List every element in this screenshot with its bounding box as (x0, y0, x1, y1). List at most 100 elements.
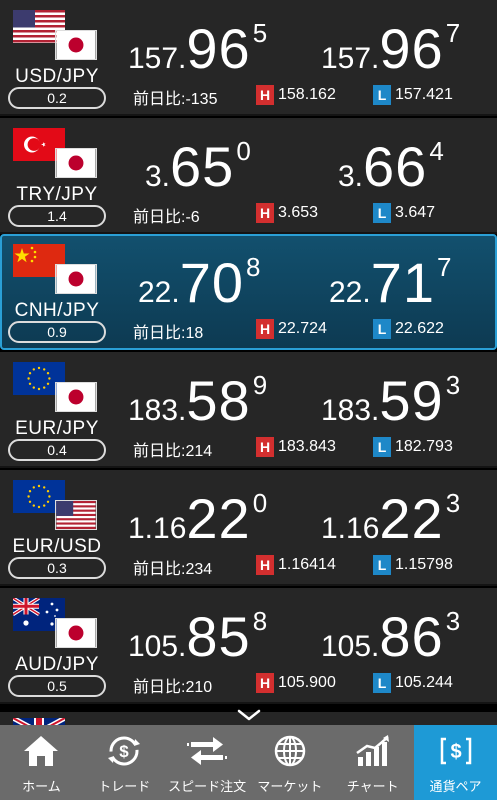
high-price: 3.653 (278, 204, 319, 221)
bid-price-prefix: 157. (128, 42, 187, 75)
high-value: H 22.724 (256, 319, 327, 339)
currency-row-try-jpy[interactable]: TRY/JPY 1.4 3.650 3.664 前日比:-6 H 3.653 L3… (0, 118, 497, 234)
day-change-value: 234 (185, 561, 213, 578)
currency-row-cnh-jpy[interactable]: CNH/JPY 0.9 22.708 22.717 前日比:18 H 22.724… (0, 234, 497, 350)
low-tag: L (373, 437, 391, 457)
tab-home[interactable]: ホーム (0, 725, 83, 800)
bid-price[interactable]: 105.858 (128, 604, 268, 668)
day-change: 前日比:234 (133, 555, 212, 579)
low-price: 3.647 (395, 204, 436, 221)
day-change-label: 前日比: (133, 679, 186, 696)
ask-price-pip: 3 (445, 370, 461, 400)
ask-price-main: 66 (363, 135, 428, 198)
home-icon (24, 736, 59, 766)
low-value: L 182.793 (373, 437, 453, 457)
pair-name: CNH/JPY (14, 300, 100, 321)
high-price: 183.843 (278, 438, 336, 455)
bid-price-main: 85 (186, 605, 251, 668)
tab-currency-pair[interactable]: $ 通貨ペア (414, 725, 497, 800)
svg-text:$: $ (450, 741, 461, 763)
day-change: 前日比:210 (133, 673, 212, 697)
currency-row-eur-jpy[interactable]: EUR/JPY 0.4 183.589 183.593 前日比:214 H 183… (0, 352, 497, 468)
bid-price-prefix: 22. (138, 276, 180, 309)
high-tag: H (256, 85, 274, 105)
bid-price-prefix: 183. (128, 394, 187, 427)
ask-price[interactable]: 157.967 (321, 16, 460, 80)
flag-pair (13, 128, 99, 180)
svg-text:$: $ (120, 742, 130, 761)
bid-price[interactable]: 1.16220 (128, 486, 268, 550)
day-change: 前日比:18 (133, 319, 203, 343)
low-value: L 105.244 (373, 673, 453, 693)
us-flag-icon (55, 500, 97, 530)
ask-price[interactable]: 1.16223 (321, 486, 461, 550)
low-tag: L (373, 85, 391, 105)
bid-price[interactable]: 183.589 (128, 368, 268, 432)
day-change-value: 18 (185, 325, 204, 342)
bid-price[interactable]: 157.965 (128, 16, 267, 80)
pair-name: EUR/USD (12, 536, 102, 557)
gb-flag-icon (13, 718, 65, 725)
chevron-down-icon[interactable] (236, 708, 262, 722)
day-change-label: 前日比: (133, 325, 186, 342)
spread-badge: 0.9 (8, 321, 106, 343)
ask-price-prefix: 157. (321, 42, 380, 75)
high-tag: H (256, 555, 274, 575)
bid-price-main: 58 (186, 369, 251, 432)
tab-speed-order[interactable]: スピード注文 (166, 725, 249, 800)
bid-price-pip: 9 (252, 370, 268, 400)
ask-price[interactable]: 183.593 (321, 368, 461, 432)
currency-row-usd-jpy[interactable]: USD/JPY 0.2 157.965 157.967 前日比:-135 H 15… (0, 0, 497, 116)
spread-badge: 0.3 (8, 557, 106, 579)
pair-name: USD/JPY (15, 66, 99, 87)
bid-price-pip: 0 (252, 488, 268, 518)
ask-price-prefix: 105. (321, 630, 380, 663)
ask-price-main: 71 (370, 251, 436, 314)
bid-price-prefix: 3. (145, 160, 171, 193)
currency-pair-icon: $ (440, 737, 471, 765)
currency-row-eur-usd[interactable]: EUR/USD 0.3 1.16220 1.16223 前日比:234 H 1.1… (0, 470, 497, 586)
low-tag: L (373, 555, 391, 575)
high-value: H 158.162 (256, 85, 336, 105)
tab-label: 通貨ペア (429, 779, 482, 794)
low-price: 157.421 (395, 86, 453, 103)
day-change-value: -135 (185, 91, 218, 108)
jp-flag-icon (55, 618, 97, 648)
jp-flag-icon (55, 382, 97, 412)
bid-price-main: 70 (179, 251, 245, 314)
tab-chart[interactable]: チャート (331, 725, 414, 800)
bid-price[interactable]: 3.650 (145, 134, 251, 198)
pair-name: TRY/JPY (16, 184, 98, 205)
tab-label: マーケット (257, 779, 323, 794)
spread-badge: 0.4 (8, 439, 106, 461)
high-price: 105.900 (278, 674, 336, 691)
spread-badge: 1.4 (8, 205, 106, 227)
ask-price-prefix: 3. (338, 160, 364, 193)
bid-price[interactable]: 22.708 (138, 250, 260, 314)
day-change-label: 前日比: (133, 443, 186, 460)
tab-trade[interactable]: $ トレード (83, 725, 166, 800)
day-change-label: 前日比: (133, 561, 186, 578)
day-change-label: 前日比: (133, 209, 186, 226)
bid-price-pip: 8 (252, 606, 268, 636)
day-change: 前日比:214 (133, 437, 212, 461)
pair-name: EUR/JPY (15, 418, 99, 439)
bid-price-main: 22 (186, 487, 251, 550)
high-tag: H (256, 203, 274, 223)
ask-price-prefix: 22. (329, 276, 371, 309)
ask-price[interactable]: 22.717 (329, 250, 451, 314)
ask-price[interactable]: 105.863 (321, 604, 460, 668)
day-change-value: -6 (185, 209, 200, 226)
currency-row-aud-jpy[interactable]: AUD/JPY 0.5 105.858 105.863 前日比:210 H 105… (0, 588, 497, 704)
tab-market[interactable]: マーケット (248, 725, 331, 800)
high-price: 158.162 (278, 86, 336, 103)
ask-price-prefix: 183. (321, 394, 380, 427)
bid-price-prefix: 105. (128, 630, 187, 663)
ask-price-main: 59 (379, 369, 444, 432)
ask-price-main: 86 (379, 605, 444, 668)
trade-icon: $ (108, 736, 141, 766)
ask-price[interactable]: 3.664 (338, 134, 444, 198)
low-value: L 1.15798 (373, 555, 453, 575)
globe-icon (274, 735, 306, 767)
ask-price-pip: 3 (445, 488, 461, 518)
